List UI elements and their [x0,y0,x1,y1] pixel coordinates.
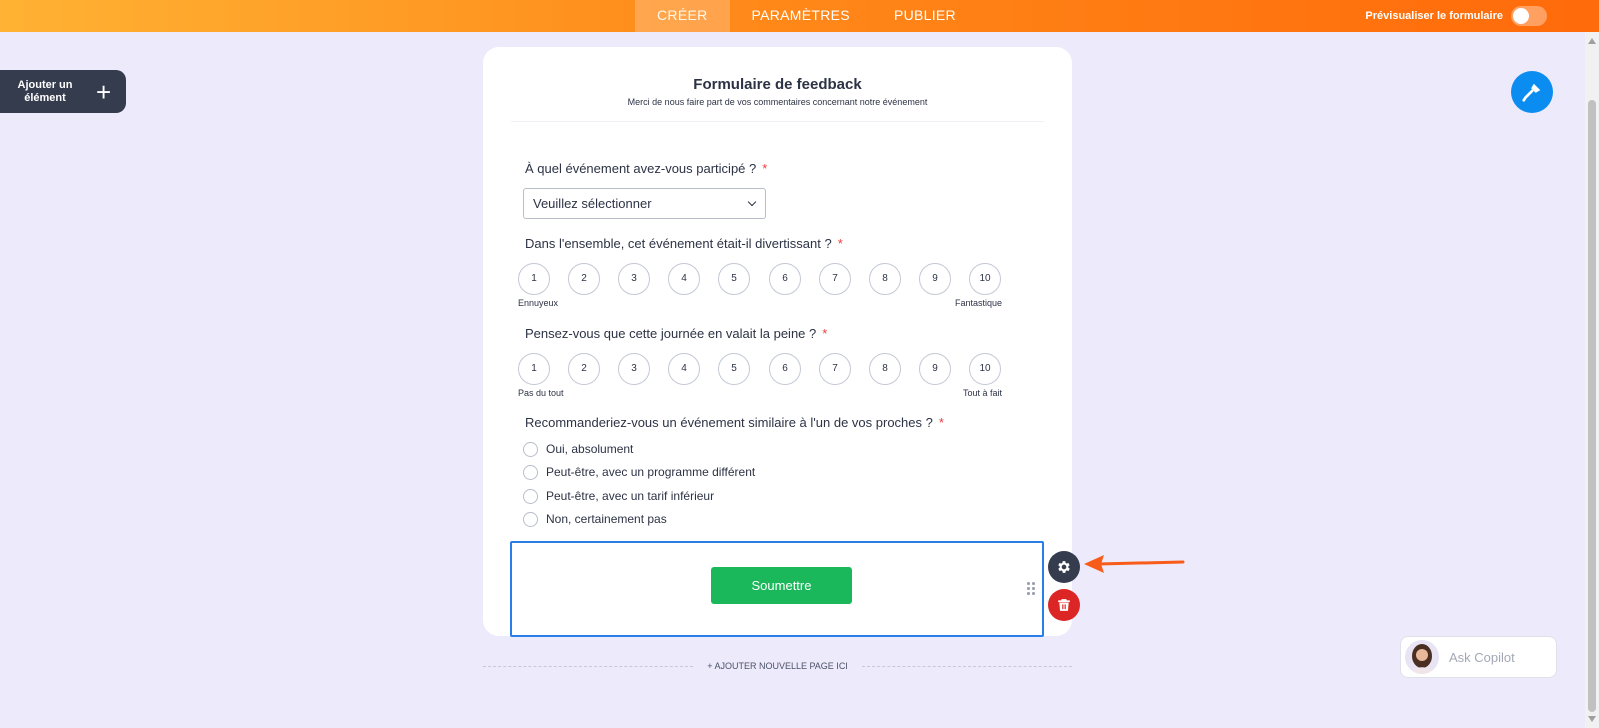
event-dropdown-value: Veuillez sélectionner [533,196,652,211]
scale-option-2[interactable]: 2 [568,353,600,385]
question-2-text: Dans l'ensemble, cet événement était-il … [525,236,832,251]
tab-publier[interactable]: PUBLIER [872,0,978,32]
scale-low-label: Ennuyeux [518,298,559,308]
preview-form-control: Prévisualiser le formulaire [1365,0,1547,32]
radio-option[interactable]: Peut-être, avec un programme différent [523,464,755,480]
chevron-down-icon [747,197,757,207]
required-mark: * [762,161,768,176]
radio-button[interactable] [523,464,538,480]
tab-creer[interactable]: CRÉER [635,0,730,32]
required-mark: * [837,236,843,251]
scale-option-4[interactable]: 4 [668,263,700,295]
add-new-page[interactable]: + AJOUTER NOUVELLE PAGE ICI [483,660,1072,674]
top-navigation-bar: CRÉER PARAMÈTRES PUBLIER Prévisualiser l… [0,0,1599,32]
submit-button[interactable]: Soumettre [711,567,852,604]
question-1-label[interactable]: À quel événement avez-vous participé ? * [525,161,767,176]
page-scrollbar[interactable] [1585,32,1599,728]
scale-option-1[interactable]: 1 [518,263,550,295]
scale-option-7[interactable]: 7 [819,353,851,385]
paint-roller-icon [1522,83,1541,102]
radio-button[interactable] [523,488,538,504]
builder-tabs: CRÉER PARAMÈTRES PUBLIER [635,0,978,32]
form-subtitle[interactable]: Merci de nous faire part de vos commenta… [483,97,1072,107]
radio-option-label: Peut-être, avec un programme différent [546,465,756,479]
ask-copilot-placeholder: Ask Copilot [1449,649,1515,665]
event-dropdown[interactable]: Veuillez sélectionner [523,188,766,219]
radio-option[interactable]: Peut-être, avec un tarif inférieur [523,488,714,504]
toggle-knob [1513,8,1529,24]
form-title[interactable]: Formulaire de feedback [483,76,1072,93]
plus-icon: + [96,76,112,107]
scale-option-5[interactable]: 5 [718,263,750,295]
scale-option-10[interactable]: 10 [969,353,1001,385]
entertainment-scale: 1 2 3 4 5 6 7 8 9 10 [518,263,1003,295]
header-divider [511,121,1044,122]
radio-option-label: Oui, absolument [546,442,634,456]
required-mark: * [938,415,944,430]
copilot-avatar [1405,640,1439,674]
scale-option-9[interactable]: 9 [919,263,951,295]
radio-button[interactable] [523,441,538,457]
radio-button[interactable] [523,511,538,527]
annotation-arrow-icon [1084,555,1185,573]
worth-it-scale: 1 2 3 4 5 6 7 8 9 10 [518,353,1003,385]
question-4-text: Recommanderiez-vous un événement similai… [525,415,933,430]
element-settings-button[interactable] [1048,551,1080,583]
required-mark: * [822,326,828,341]
scale-option-9[interactable]: 9 [919,353,951,385]
tab-parametres[interactable]: PARAMÈTRES [730,0,872,32]
scale-option-6[interactable]: 6 [769,263,801,295]
scale-option-5[interactable]: 5 [718,353,750,385]
question-1-text: À quel événement avez-vous participé ? [525,161,757,176]
gear-icon [1058,561,1070,573]
add-element-label: Ajouter un élément [17,78,73,104]
submit-element-selected[interactable]: Soumettre [510,541,1044,637]
scale-option-7[interactable]: 7 [819,263,851,295]
preview-form-label: Prévisualiser le formulaire [1365,10,1503,22]
scale-option-1[interactable]: 1 [518,353,550,385]
drag-handle-icon[interactable] [1027,582,1035,596]
ask-copilot-widget[interactable]: Ask Copilot [1400,636,1557,678]
scale-option-4[interactable]: 4 [668,353,700,385]
scale-low-label: Pas du tout [518,388,564,398]
scroll-down-arrow-icon[interactable] [1588,716,1596,722]
scale-option-10[interactable]: 10 [969,263,1001,295]
preview-form-toggle[interactable] [1511,6,1547,26]
radio-option[interactable]: Non, certainement pas [523,511,667,527]
radio-option-label: Peut-être, avec un tarif inférieur [546,489,715,503]
radio-option[interactable]: Oui, absolument [523,441,633,457]
scale-high-label: Tout à fait [962,388,1002,398]
radio-option-label: Non, certainement pas [546,512,667,526]
element-delete-button[interactable] [1048,589,1080,621]
scroll-up-arrow-icon[interactable] [1588,38,1596,44]
scale-option-8[interactable]: 8 [869,263,901,295]
scale-option-3[interactable]: 3 [618,263,650,295]
scale-high-label: Fantastique [954,298,1002,308]
question-3-label[interactable]: Pensez-vous que cette journée en valait … [525,326,827,341]
scale-option-6[interactable]: 6 [769,353,801,385]
question-3-text: Pensez-vous que cette journée en valait … [525,326,817,341]
form-designer-button[interactable] [1511,71,1553,113]
scale-option-8[interactable]: 8 [869,353,901,385]
question-2-label[interactable]: Dans l'ensemble, cet événement était-il … [525,236,843,251]
scrollbar-thumb[interactable] [1588,100,1596,712]
add-element-button[interactable]: Ajouter un élément + [0,70,126,113]
trash-icon [1058,599,1070,611]
scale-option-2[interactable]: 2 [568,263,600,295]
question-4-label[interactable]: Recommanderiez-vous un événement similai… [525,415,944,430]
add-new-page-link[interactable]: + AJOUTER NOUVELLE PAGE ICI [483,661,1072,671]
scale-option-3[interactable]: 3 [618,353,650,385]
